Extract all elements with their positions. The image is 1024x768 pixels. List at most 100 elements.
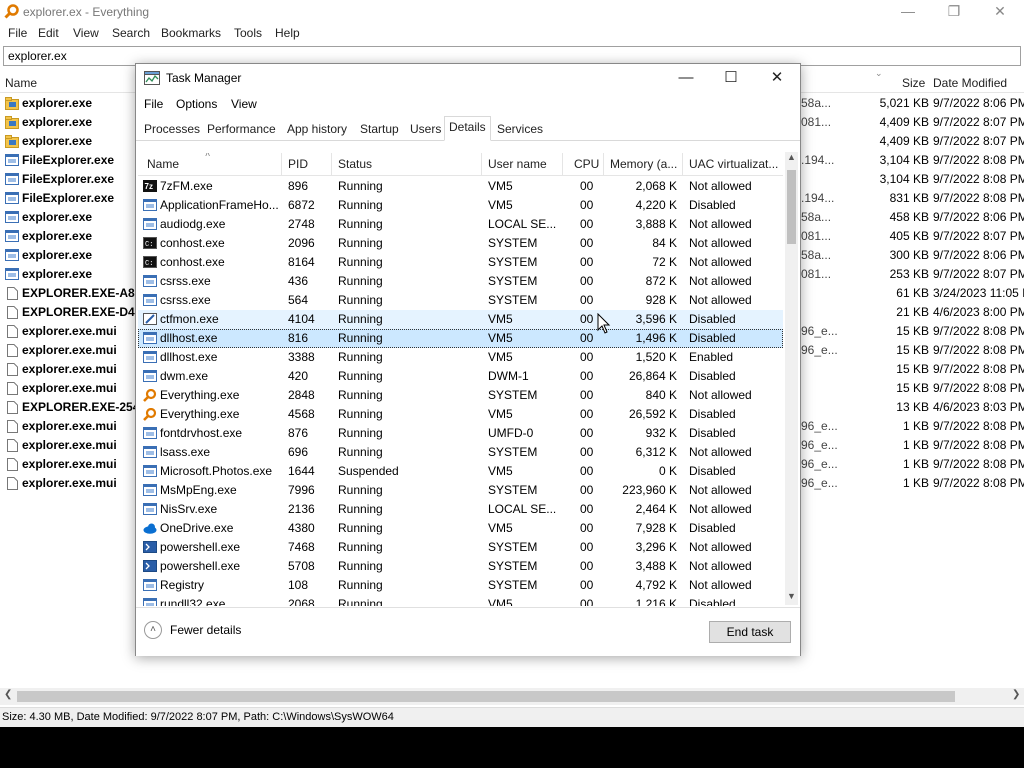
menu-help[interactable]: Help <box>275 26 300 40</box>
process-row[interactable]: 7z 7zFM.exe 896 Running VM5 00 2,068 K Not allo… <box>138 177 783 196</box>
tab-app-history[interactable]: App history <box>283 119 351 139</box>
result-date: 9/7/2022 8:07 PM <box>933 115 1024 129</box>
details-vertical-scrollbar[interactable]: ▲ ▼ <box>785 152 798 605</box>
pen-icon <box>143 313 157 325</box>
process-status: Running <box>338 559 383 573</box>
tab-services[interactable]: Services <box>493 119 547 139</box>
process-name: conhost.exe <box>160 236 225 250</box>
process-name: powershell.exe <box>160 559 241 573</box>
tab-startup[interactable]: Startup <box>356 119 403 139</box>
tab-processes[interactable]: Processes <box>140 119 204 139</box>
file-icon <box>5 382 18 395</box>
maximize-button[interactable]: ❐ <box>931 0 977 24</box>
column-header-date[interactable]: Date Modified <box>933 76 1007 90</box>
tm-minimize-button[interactable]: — <box>663 64 709 92</box>
file-icon <box>5 420 18 433</box>
result-size: 1 KB <box>902 457 929 471</box>
fewer-details-link[interactable]: Fewer details <box>170 623 241 637</box>
process-row[interactable]: audiodg.exe 2748 Running LOCAL SE... 00 3,888… <box>138 215 783 234</box>
col-status[interactable]: Status <box>338 157 372 171</box>
result-date: 9/7/2022 8:08 PM <box>933 438 1024 452</box>
process-name: OneDrive.exe <box>160 521 234 535</box>
tab-performance[interactable]: Performance <box>203 119 280 139</box>
process-name: Registry <box>160 578 205 592</box>
process-row[interactable]: powershell.exe 7468 Running SYSTEM 00 3,296 K… <box>138 538 783 557</box>
menu-bookmarks[interactable]: Bookmarks <box>161 26 221 40</box>
scroll-right-icon[interactable]: ❯ <box>1012 689 1020 700</box>
col-name[interactable]: Name <box>147 157 179 171</box>
process-name: dllhost.exe <box>160 331 218 345</box>
process-row[interactable]: ctfmon.exe 4104 Running VM5 00 3,596 K Disable… <box>138 310 783 329</box>
process-row[interactable]: Everything.exe 2848 Running SYSTEM 00 840 K No… <box>138 386 783 405</box>
tab-users[interactable]: Users <box>406 119 445 139</box>
column-divider[interactable] <box>682 153 683 175</box>
app-icon <box>143 294 157 306</box>
process-pid: 696 <box>288 445 309 459</box>
vertical-scroll-thumb[interactable] <box>787 170 796 244</box>
process-memory: 26,592 K <box>628 407 677 421</box>
col-user-name[interactable]: User name <box>488 157 547 171</box>
process-memory: 3,296 K <box>635 540 677 554</box>
tm-close-button[interactable]: ✕ <box>754 64 800 92</box>
column-header-size[interactable]: Size <box>902 76 925 90</box>
col-uac[interactable]: UAC virtualizat... <box>689 157 778 171</box>
process-row[interactable]: dllhost.exe 816 Running VM5 00 1,496 K Disable… <box>138 329 783 348</box>
scroll-up-icon[interactable]: ▲ <box>787 152 796 162</box>
process-row[interactable]: powershell.exe 5708 Running SYSTEM 00 3,488 K… <box>138 557 783 576</box>
close-button[interactable]: ✕ <box>977 0 1023 24</box>
minimize-button[interactable]: — <box>885 0 931 24</box>
column-divider[interactable] <box>331 153 332 175</box>
process-cpu: 00 <box>580 388 594 402</box>
tm-maximize-button[interactable]: ☐ <box>708 64 754 92</box>
col-cpu[interactable]: CPU <box>574 157 599 171</box>
process-row[interactable]: dllhost.exe 3388 Running VM5 00 1,520 K Enable… <box>138 348 783 367</box>
process-row[interactable]: fontdrvhost.exe 876 Running UMFD-0 00 932 K Di… <box>138 424 783 443</box>
scroll-down-icon[interactable]: ▼ <box>787 591 796 601</box>
column-divider[interactable] <box>562 153 563 175</box>
process-row[interactable]: csrss.exe 564 Running SYSTEM 00 928 K Not allo… <box>138 291 783 310</box>
process-row[interactable]: C: conhost.exe 8164 Running SYSTEM 00 72 K Not … <box>138 253 783 272</box>
result-size: 4,409 KB <box>879 134 929 148</box>
result-size: 15 KB <box>896 381 929 395</box>
tm-menu-view[interactable]: View <box>231 97 257 111</box>
process-cpu: 00 <box>580 445 594 459</box>
process-pid: 4380 <box>288 521 315 535</box>
column-divider[interactable] <box>481 153 482 175</box>
process-row[interactable]: Registry 108 Running SYSTEM 00 4,792 K Not all… <box>138 576 783 595</box>
process-row[interactable]: ApplicationFrameHo... 6872 Running VM5 00 4,2… <box>138 196 783 215</box>
process-row[interactable]: MsMpEng.exe 7996 Running SYSTEM 00 223,960 K N… <box>138 481 783 500</box>
col-memory[interactable]: Memory (a... <box>610 157 677 171</box>
column-divider[interactable] <box>603 153 604 175</box>
process-row[interactable]: C: conhost.exe 2096 Running SYSTEM 00 84 K Not … <box>138 234 783 253</box>
file-icon <box>5 363 18 376</box>
tab-details[interactable]: Details <box>444 116 491 141</box>
process-user: VM5 <box>488 198 513 212</box>
horizontal-scrollbar[interactable]: ❮ ❯ <box>0 688 1024 705</box>
tm-menu-options[interactable]: Options <box>176 97 217 111</box>
process-row[interactable]: NisSrv.exe 2136 Running LOCAL SE... 00 2,464 … <box>138 500 783 519</box>
menu-tools[interactable]: Tools <box>234 26 262 40</box>
col-pid[interactable]: PID <box>288 157 308 171</box>
end-task-button[interactable]: End task <box>709 621 791 643</box>
process-row[interactable]: lsass.exe 696 Running SYSTEM 00 6,312 K Not al… <box>138 443 783 462</box>
process-row[interactable]: Everything.exe 4568 Running VM5 00 26,592 K Di… <box>138 405 783 424</box>
scroll-left-icon[interactable]: ❮ <box>4 689 12 700</box>
scrollbar-thumb[interactable] <box>17 691 955 702</box>
column-header-name[interactable]: Name <box>5 76 37 90</box>
process-row[interactable]: csrss.exe 436 Running SYSTEM 00 872 K Not allo… <box>138 272 783 291</box>
result-name: explorer.exe.mui <box>22 381 117 395</box>
process-row[interactable]: rundll32.exe 2068 Running VM5 00 1,216 K Disab… <box>138 595 783 606</box>
tm-menu-file[interactable]: File <box>144 97 163 111</box>
chevron-up-icon[interactable]: ˄ <box>144 621 162 639</box>
menu-search[interactable]: Search <box>112 26 150 40</box>
process-row[interactable]: Microsoft.Photos.exe 1644 Suspended VM5 00 0 … <box>138 462 783 481</box>
file-icon <box>5 325 18 338</box>
process-user: LOCAL SE... <box>488 502 557 516</box>
menu-edit[interactable]: Edit <box>38 26 59 40</box>
menu-view[interactable]: View <box>73 26 99 40</box>
process-row[interactable]: dwm.exe 420 Running DWM-1 00 26,864 K Disabled <box>138 367 783 386</box>
column-divider[interactable] <box>281 153 282 175</box>
menu-file[interactable]: File <box>8 26 27 40</box>
file-icon <box>5 344 18 357</box>
process-row[interactable]: OneDrive.exe 4380 Running VM5 00 7,928 K Disab… <box>138 519 783 538</box>
